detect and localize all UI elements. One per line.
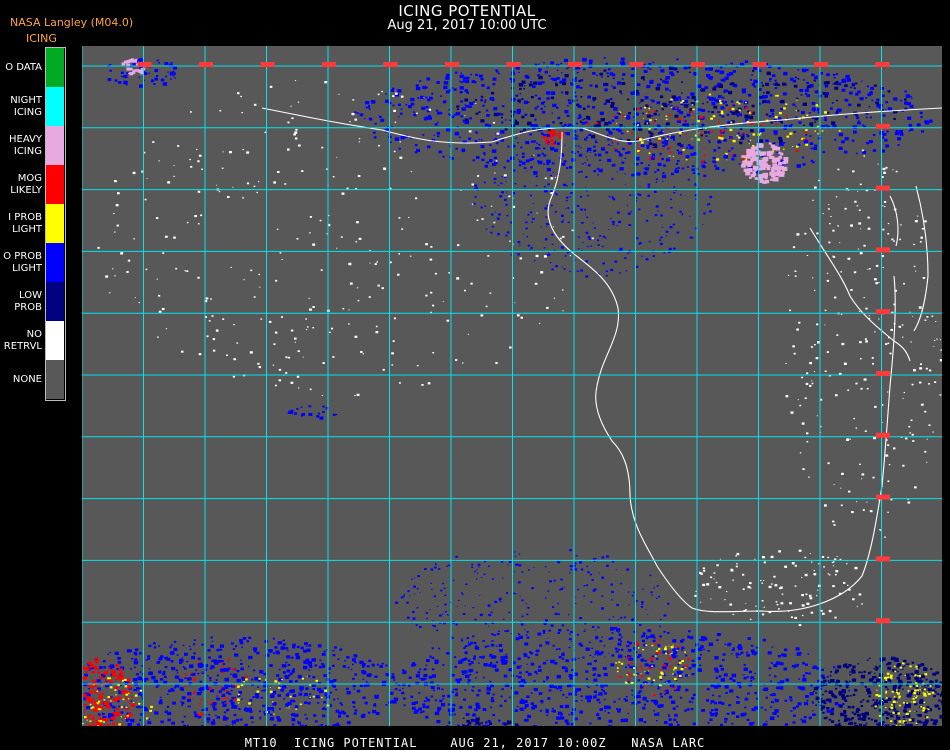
- legend-item-no-data: O DATA: [0, 48, 66, 87]
- grid-tick-label: [691, 62, 705, 67]
- legend-swatch: [46, 48, 64, 87]
- legend-item-none: NONE: [0, 360, 66, 399]
- legend-label: NO RETRVL: [3, 328, 42, 352]
- mog-likely-patch: [542, 129, 564, 146]
- legend-label: MOG LIKELY: [10, 172, 42, 196]
- grid-tick-label: [876, 309, 890, 315]
- legend-item-lo-prob-light: O PROB LIGHT: [0, 243, 66, 282]
- heavy-icing-patch: [741, 142, 789, 184]
- grid-tick-label: [752, 62, 767, 67]
- no-retrieval-speckle: [694, 549, 863, 627]
- low-prob-light-patch: [287, 405, 338, 420]
- legend-swatch: [46, 243, 64, 282]
- grid-tick-label: [876, 371, 890, 376]
- low-prob-light-patch: [395, 549, 670, 665]
- low-prob-light-patch: [473, 121, 713, 278]
- grid-tick-label: [876, 432, 890, 438]
- grid-tick-label: [445, 62, 459, 67]
- grid-tick-label: [137, 62, 152, 67]
- legend-heading: ICING: [26, 32, 57, 45]
- legend-item-no-retrvl: NO RETRVL: [0, 321, 66, 360]
- legend-swatch: [46, 204, 64, 243]
- grid-tick-label: [876, 618, 890, 624]
- grid-tick-label: [876, 556, 890, 562]
- grid-tick-label: [629, 62, 644, 67]
- legend-swatch: [46, 165, 64, 204]
- legend-label: O PROB LIGHT: [3, 250, 42, 274]
- legend-label: I PROB LIGHT: [8, 211, 42, 235]
- low-prob-light-patch: [82, 636, 401, 726]
- legend-swatch: [46, 87, 64, 126]
- legend-label: NONE: [12, 373, 42, 385]
- west-africa-coast: [547, 131, 896, 613]
- legend-label: HEAVY ICING: [9, 133, 42, 157]
- coastline-layer: [261, 107, 942, 613]
- legend-label: NIGHT ICING: [10, 94, 42, 118]
- grid-tick-label: [322, 62, 336, 67]
- legend-swatch: [46, 126, 64, 165]
- low-prob-patch: [812, 656, 942, 726]
- grid-tick-label: [876, 185, 890, 191]
- legend-item-mog-likely: MOG LIKELY: [0, 165, 66, 204]
- grid-tick-label: [383, 62, 398, 67]
- header: ICING POTENTIAL Aug 21, 2017 10:00 UTC N…: [0, 0, 950, 45]
- grid-tick-label: [568, 62, 582, 67]
- no-retrieval-speckle: [785, 149, 942, 538]
- timestamp: Aug 21, 2017 10:00 UTC: [387, 18, 547, 33]
- grid-tick-label: [814, 62, 828, 67]
- legend-item-low-prob: LOW PROB: [0, 282, 66, 321]
- grid-tick-label: [260, 62, 275, 67]
- great-lake-outline: [889, 195, 899, 247]
- low-prob-light-patch: [398, 627, 851, 726]
- legend-swatch: [46, 321, 64, 360]
- grid-tick-label: [199, 62, 213, 67]
- grid-tick-label: [876, 494, 890, 500]
- legend-swatch: [46, 282, 64, 321]
- low-prob-light-patch: [354, 57, 933, 179]
- legend-item-heavy-icing: HEAVY ICING: [0, 126, 66, 165]
- grid-tick-label: [875, 62, 890, 67]
- grid-tick-label: [876, 247, 890, 253]
- grid-tick-label: [506, 62, 521, 67]
- grid-tick-label: [876, 123, 890, 129]
- legend-swatch: [46, 360, 64, 399]
- legend-item-night-icing: NIGHT ICING: [0, 87, 66, 126]
- legend-label: O DATA: [5, 61, 42, 73]
- legend-label: LOW PROB: [14, 289, 42, 313]
- map-canvas: [82, 46, 942, 726]
- madagascar-coast: [913, 185, 929, 332]
- icing-map: [82, 46, 942, 726]
- footer-caption: MT10 ICING POTENTIAL AUG 21, 2017 10:00Z…: [244, 736, 706, 750]
- legend-item-hi-prob-light: I PROB LIGHT: [0, 204, 66, 243]
- provider-label: NASA Langley (M04.0): [10, 16, 134, 29]
